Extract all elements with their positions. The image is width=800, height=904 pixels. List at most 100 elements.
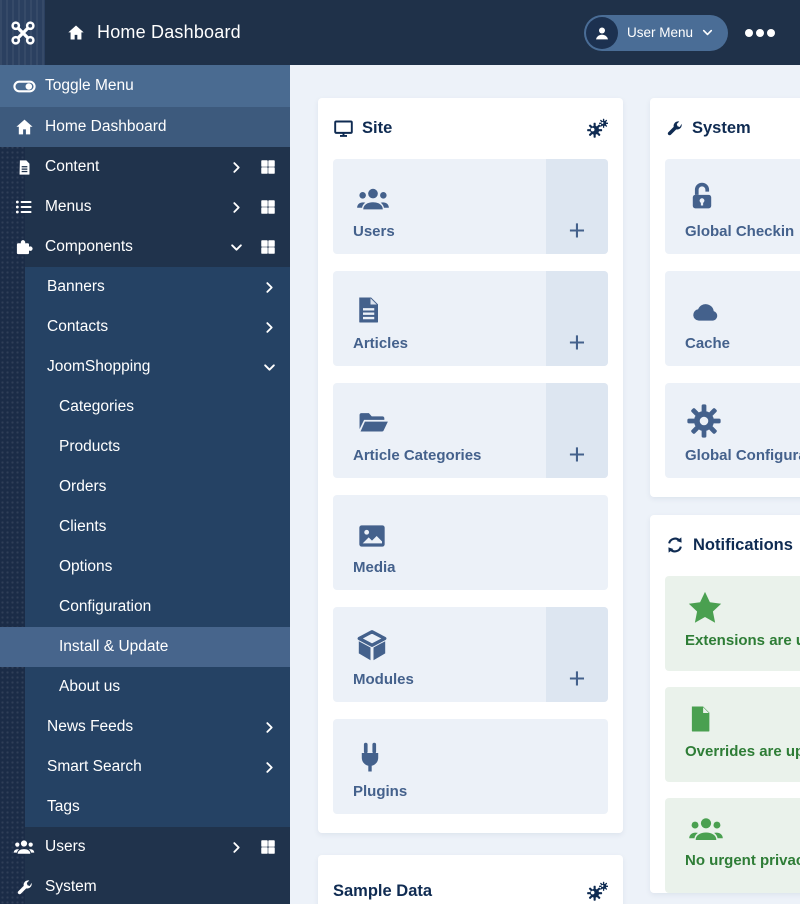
components-submenu: Banners Contacts JoomShopping Categories… <box>0 267 290 827</box>
user-menu-button[interactable]: User Menu <box>583 14 728 51</box>
sidebar-item-content[interactable]: Content <box>0 147 290 187</box>
users-icon <box>685 811 800 847</box>
sidebar-item-label: Tags <box>47 798 80 815</box>
sidebar-item-components[interactable]: Components <box>0 227 290 267</box>
file-icon <box>685 700 800 738</box>
joomla-logo[interactable] <box>0 0 45 65</box>
shortcut-media[interactable]: Media <box>333 495 608 590</box>
sidebar-item-contacts[interactable]: Contacts <box>25 307 290 347</box>
add-module-button[interactable]: + <box>546 607 608 702</box>
sidebar-item-toggle-menu[interactable]: Toggle Menu <box>0 65 290 107</box>
chevron-right-icon <box>229 840 244 855</box>
star-icon <box>685 589 800 627</box>
sidebar-item-label: Toggle Menu <box>45 77 134 94</box>
puzzle-icon <box>12 237 36 257</box>
sidebar-item-smart-search[interactable]: Smart Search <box>25 747 290 787</box>
grid-icon[interactable] <box>259 198 277 216</box>
chevron-right-icon <box>229 160 244 175</box>
topbar: Home Dashboard User Menu <box>0 0 800 65</box>
chevron-down-icon <box>701 26 714 39</box>
sidebar-item-install-update[interactable]: Install & Update <box>0 627 290 667</box>
sidebar-item-orders[interactable]: Orders <box>25 467 290 507</box>
shortcut-label: Plugins <box>353 783 408 800</box>
gear-icon <box>685 402 800 440</box>
plus-icon: + <box>568 215 586 247</box>
add-article-button[interactable]: + <box>546 271 608 366</box>
grid-icon[interactable] <box>259 838 277 856</box>
sidebar-item-label: JoomShopping <box>47 358 151 375</box>
shortcut-label: Cache <box>685 335 731 352</box>
cogs-icon[interactable] <box>584 881 608 902</box>
shortcut-label: Global Checkin <box>685 223 795 240</box>
shortcut-cache[interactable]: Cache <box>665 271 800 366</box>
sidebar-item-system[interactable]: System <box>0 867 290 904</box>
notification-privacy[interactable]: No urgent privacy requests. <box>665 798 800 893</box>
sidebar-item-label: Contacts <box>47 318 109 335</box>
add-users-button[interactable]: + <box>546 159 608 254</box>
sync-icon <box>665 535 685 555</box>
notifications-panel: Notifications Extensions are up to date.… <box>650 515 800 893</box>
sidebar-item-tags[interactable]: Tags <box>25 787 290 827</box>
sidebar-item-label: Content <box>45 158 100 175</box>
grid-icon[interactable] <box>259 158 277 176</box>
chevron-down-icon <box>262 360 277 375</box>
chevron-right-icon <box>262 280 277 295</box>
home-icon <box>12 117 36 138</box>
sidebar-item-categories[interactable]: Categories <box>25 387 290 427</box>
cloud-icon <box>685 296 800 328</box>
notification-text: Extensions are up to date. <box>685 632 800 649</box>
sidebar-item-label: Components <box>45 238 133 255</box>
sidebar-item-home-dashboard[interactable]: Home Dashboard <box>0 107 290 147</box>
plus-icon: + <box>568 663 586 695</box>
user-avatar-icon <box>585 16 618 49</box>
home-icon <box>66 23 86 43</box>
shortcut-users[interactable]: Users + <box>333 159 608 254</box>
sidebar-item-label: Smart Search <box>47 758 142 775</box>
sidebar-item-banners[interactable]: Banners <box>25 267 290 307</box>
shortcut-article-categories[interactable]: Article Categories + <box>333 383 608 478</box>
dashboard-content: Site Users + Articles + Article Categori… <box>290 65 800 904</box>
notification-overrides[interactable]: Overrides are up to date. <box>665 687 800 782</box>
cogs-icon[interactable] <box>584 118 608 139</box>
sidebar-item-label: System <box>45 878 97 895</box>
sidebar-item-users[interactable]: Users <box>0 827 290 867</box>
shortcut-label: Global Configuration <box>685 447 800 464</box>
notification-extensions[interactable]: Extensions are up to date. <box>665 576 800 671</box>
list-icon <box>12 197 36 217</box>
sidebar-item-joomshopping[interactable]: JoomShopping <box>25 347 290 387</box>
add-article-category-button[interactable]: + <box>546 383 608 478</box>
shortcut-articles[interactable]: Articles + <box>333 271 608 366</box>
desktop-icon <box>333 118 354 139</box>
sidebar: Toggle Menu Home Dashboard Content Menus… <box>0 65 290 904</box>
sidebar-item-label: Options <box>59 558 113 575</box>
chevron-right-icon <box>262 320 277 335</box>
sidebar-item-options[interactable]: Options <box>25 547 290 587</box>
sidebar-item-label: Products <box>59 438 121 455</box>
sidebar-item-label: Configuration <box>59 598 152 615</box>
sidebar-item-products[interactable]: Products <box>25 427 290 467</box>
shortcut-plugins[interactable]: Plugins <box>333 719 608 814</box>
sidebar-item-label: Orders <box>59 478 107 495</box>
grid-icon[interactable] <box>259 238 277 256</box>
shortcut-label: Media <box>353 559 396 576</box>
sidebar-item-about-us[interactable]: About us <box>25 667 290 707</box>
sidebar-item-label: News Feeds <box>47 718 134 735</box>
ellipsis-menu-button[interactable] <box>744 28 776 38</box>
shortcut-global-checkin[interactable]: Global Checkin <box>665 159 800 254</box>
chevron-right-icon <box>229 200 244 215</box>
shortcut-modules[interactable]: Modules + <box>333 607 608 702</box>
page-title: Home Dashboard <box>97 22 241 42</box>
panel-title: Notifications <box>693 535 793 554</box>
sidebar-item-news-feeds[interactable]: News Feeds <box>25 707 290 747</box>
system-panel: System Global Checkin Cache Global Confi… <box>650 98 800 497</box>
sidebar-item-configuration[interactable]: Configuration <box>25 587 290 627</box>
sidebar-item-label: Banners <box>47 278 105 295</box>
image-icon <box>353 520 588 552</box>
sidebar-item-menus[interactable]: Menus <box>0 187 290 227</box>
shortcut-global-configuration[interactable]: Global Configuration <box>665 383 800 478</box>
sidebar-item-label: About us <box>59 678 121 695</box>
panel-title: Site <box>362 118 393 137</box>
sidebar-item-clients[interactable]: Clients <box>25 507 290 547</box>
panel-title: Sample Data <box>333 881 433 900</box>
user-menu-label: User Menu <box>626 25 693 40</box>
